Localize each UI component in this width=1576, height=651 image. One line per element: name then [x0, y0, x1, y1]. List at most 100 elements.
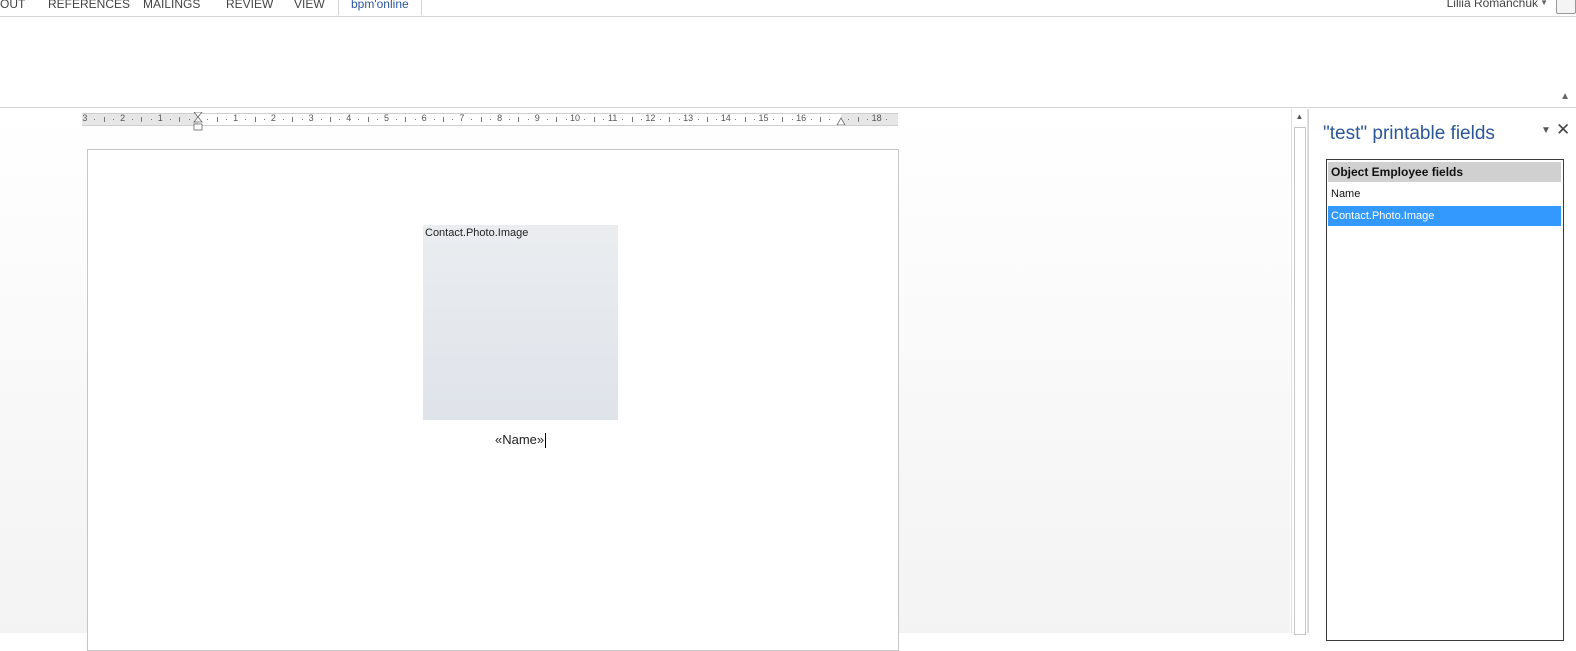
- close-icon[interactable]: ✕: [1556, 120, 1570, 140]
- ruler-minor-tick: [546, 119, 548, 120]
- field-item-name[interactable]: Name: [1328, 184, 1561, 204]
- ruler-label-12: 12: [645, 113, 656, 123]
- user-dropdown-icon[interactable]: ▼: [1540, 0, 1548, 7]
- scrollbar-thumb[interactable]: [1294, 127, 1306, 635]
- user-name[interactable]: Liliia Romanchuk: [1447, 0, 1538, 10]
- tab-review[interactable]: REVIEW: [226, 0, 273, 11]
- ruler-minor-tick: [329, 117, 331, 122]
- ruler-label-11: 11: [608, 113, 618, 123]
- field-list[interactable]: Object Employee fields Name Contact.Phot…: [1326, 159, 1564, 641]
- ruler-minor-tick: [103, 117, 105, 122]
- ruler-minor-tick: [791, 119, 793, 120]
- ruler-minor-tick: [810, 119, 812, 120]
- ruler-minor-tick: [820, 117, 822, 122]
- ruler-minor-tick: [527, 119, 529, 120]
- ruler-minor-tick: [593, 117, 595, 122]
- ruler-minor-tick: [565, 119, 567, 120]
- ruler-minor-tick: [631, 117, 633, 122]
- ruler-minor-tick: [226, 119, 228, 120]
- ruler-label-7: 7: [459, 113, 465, 123]
- ruler-label-left-2: 2: [120, 113, 126, 123]
- ruler-minor-tick: [848, 119, 850, 120]
- document-area: 3 2 1 1 2 3 4 5 6 7 8 9 10 11 12 13 14 15 16 18 Contact.Pho…: [0, 108, 1290, 651]
- tab-bpmonline[interactable]: bpm'online: [338, 0, 422, 15]
- ruler-minor-tick: [207, 119, 209, 120]
- ruler-minor-tick: [603, 119, 605, 120]
- pane-options-icon[interactable]: ▼: [1541, 125, 1551, 136]
- ruler-minor-tick: [697, 119, 699, 120]
- collapse-ribbon-icon[interactable]: ▲: [1560, 91, 1570, 102]
- ruler-minor-tick: [377, 119, 379, 120]
- ruler-minor-tick: [132, 119, 134, 120]
- photo-placeholder[interactable]: Contact.Photo.Image: [423, 225, 618, 420]
- ruler-label-4: 4: [346, 113, 352, 123]
- ruler-minor-tick: [744, 117, 746, 122]
- ruler-label-14: 14: [720, 113, 731, 123]
- document-page[interactable]: Contact.Photo.Image «Name»: [87, 149, 899, 651]
- ruler-minor-tick: [622, 119, 624, 120]
- ruler-label-9: 9: [534, 113, 540, 123]
- ruler-minor-tick: [452, 119, 454, 120]
- ruler-minor-tick: [414, 119, 416, 120]
- ruler-minor-tick: [245, 119, 247, 120]
- ruler-minor-tick: [405, 117, 407, 122]
- ruler-minor-tick: [395, 119, 397, 120]
- field-list-header: Object Employee fields: [1328, 162, 1561, 182]
- text-caret: [545, 433, 547, 449]
- tab-mailings[interactable]: MAILINGS: [143, 0, 200, 11]
- field-item-contact-photo-image[interactable]: Contact.Photo.Image: [1328, 206, 1561, 226]
- ruler-label-left-1: 1: [157, 113, 163, 123]
- image-field-label: Contact.Photo.Image: [425, 227, 529, 239]
- scroll-up-icon[interactable]: ▲: [1292, 111, 1307, 123]
- ruler-label-5: 5: [383, 113, 390, 123]
- ruler-label-10: 10: [569, 113, 581, 123]
- merge-field-name[interactable]: «Name»: [495, 432, 547, 449]
- avatar[interactable]: [1556, 0, 1576, 14]
- ruler-minor-tick: [716, 119, 718, 120]
- printable-fields-pane: "test" printable fields ▼ ✕ Object Emplo…: [1308, 109, 1576, 641]
- tab-view[interactable]: VIEW: [294, 0, 325, 11]
- ruler-minor-tick: [367, 117, 369, 122]
- ruler-minor-tick: [169, 119, 171, 120]
- ruler-minor-tick: [94, 119, 96, 120]
- ruler-label-18: 18: [871, 113, 882, 123]
- tab-references[interactable]: REFERENCES: [48, 0, 130, 11]
- ruler-label-3: 3: [308, 113, 314, 123]
- ruler-minor-tick: [358, 119, 360, 120]
- ruler-minor-tick: [829, 119, 831, 120]
- ruler-label-2: 2: [270, 113, 276, 123]
- ruler-minor-tick: [292, 117, 294, 122]
- ruler-minor-tick: [188, 119, 190, 120]
- ruler-minor-tick: [584, 119, 586, 120]
- ruler-minor-tick: [282, 119, 284, 120]
- tab-layout[interactable]: OUT: [0, 0, 25, 11]
- indent-marker-icon[interactable]: [193, 112, 203, 132]
- ruler-minor-tick: [518, 117, 520, 122]
- ruler-minor-tick: [443, 117, 445, 122]
- vertical-scrollbar[interactable]: ▲: [1291, 109, 1308, 635]
- ruler-minor-tick: [254, 117, 256, 122]
- ruler-minor-tick: [263, 119, 265, 120]
- ruler-label-15: 15: [758, 113, 769, 123]
- ruler-label-13: 13: [683, 113, 694, 123]
- horizontal-ruler[interactable]: 3 2 1 1 2 3 4 5 6 7 8 9 10 11 12 13 14 15 16 18: [82, 112, 898, 131]
- ruler-minor-tick: [339, 119, 341, 120]
- right-indent-marker-icon[interactable]: [836, 117, 846, 125]
- ruler-minor-tick: [735, 119, 737, 120]
- ruler-minor-tick: [556, 117, 558, 122]
- ruler-minor-tick: [886, 119, 888, 120]
- ruler-minor-tick: [179, 117, 181, 122]
- ruler-minor-tick: [113, 119, 115, 120]
- ribbon-body: ▲: [0, 17, 1576, 108]
- ruler-minor-tick: [480, 117, 482, 122]
- ruler-minor-tick: [150, 119, 152, 120]
- ruler-minor-tick: [867, 119, 869, 120]
- ruler-label-8: 8: [497, 113, 503, 123]
- ruler-minor-tick: [141, 117, 143, 122]
- merge-field-text: «Name»: [495, 432, 545, 447]
- ruler-minor-tick: [678, 119, 680, 120]
- ruler-minor-tick: [857, 117, 859, 122]
- ruler-minor-tick: [782, 117, 784, 122]
- ruler-minor-tick: [301, 119, 303, 120]
- ruler-label-left-3: 3: [82, 113, 88, 123]
